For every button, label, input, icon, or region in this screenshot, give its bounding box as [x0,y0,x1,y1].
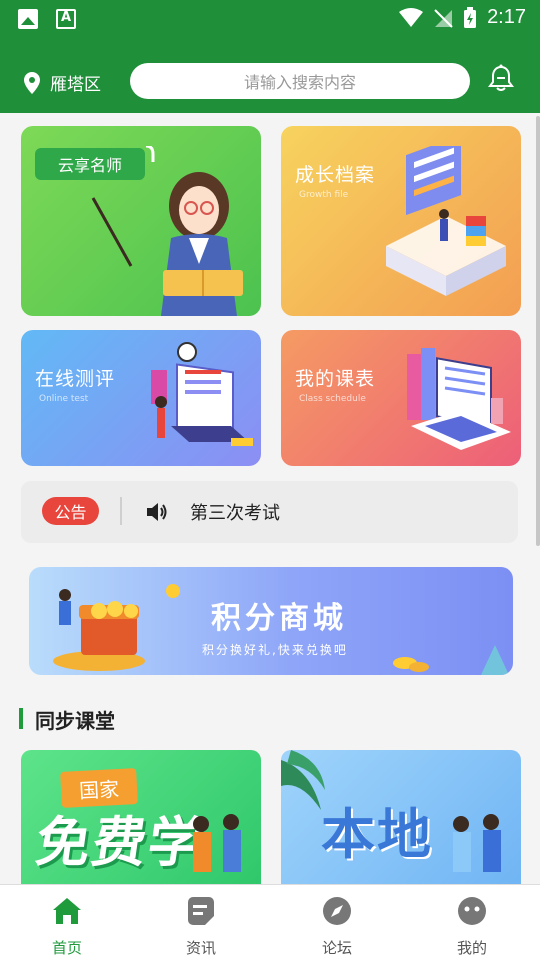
nav-tab-home[interactable]: 首页 [22,895,112,958]
nav-tab-forum[interactable]: 论坛 [292,895,382,958]
app-header: 2:17 雁塔区 请输入搜索内容 [0,0,540,113]
teacher-illustration [91,146,243,316]
treasure-chest-illustration [53,584,180,671]
coins-decoration [393,645,509,675]
battery-icon [464,6,477,28]
card-title: 成长档案 [295,164,376,186]
nav-label: 资讯 [185,939,216,957]
online-test-illustration [151,342,253,446]
card-subtitle: Online test [39,394,89,404]
app-notification-icon [56,9,76,29]
section-accent-bar [19,708,23,729]
students-illustration [453,814,501,872]
location-pin-icon [24,71,40,94]
card-growth-file[interactable]: 成长档案 Growth file [281,126,521,316]
news-icon [188,897,214,925]
nav-tab-news[interactable]: 资讯 [156,895,246,958]
profile-face-icon [458,897,486,925]
notice-text: 第三次考试 [190,503,280,524]
students-illustration [193,814,241,872]
card-online-test[interactable]: 在线测评 Online test [21,330,261,466]
nav-label: 论坛 [321,939,352,957]
course-card-free[interactable]: 国家 免费学 [21,750,261,890]
nav-tab-mine[interactable]: 我的 [427,895,517,958]
status-time: 2:17 [487,6,526,28]
card-subtitle: Growth file [299,190,349,200]
section-title: 同步课堂 [35,709,115,733]
notice-divider [120,497,122,525]
nav-label: 首页 [51,939,82,957]
banner-subtitle: 积分换好礼,快来兑换吧 [202,643,348,657]
status-bar: 2:17 [0,0,540,38]
notice-badge: 公告 [42,497,99,525]
card-famous-teachers[interactable]: 云享名师 [21,126,261,316]
search-placeholder: 请输入搜索内容 [243,73,356,92]
location-selector[interactable]: 雁塔区 [24,70,101,95]
card-class-schedule[interactable]: 我的课表 Class schedule [281,330,521,466]
wifi-icon [399,7,424,27]
palm-leaf-decoration [281,750,325,810]
nav-label: 我的 [456,939,487,957]
notice-bar[interactable]: 公告 第三次考试 [21,481,518,543]
no-signal-icon [434,8,453,28]
card-subtitle: Class schedule [299,394,366,404]
location-label: 雁塔区 [50,75,101,95]
gallery-notification-icon [18,9,38,29]
course-card-local[interactable]: 本地 [281,750,521,890]
compass-icon [323,897,351,925]
notification-bell-icon[interactable] [488,64,514,92]
banner-title: 积分商城 [211,601,347,636]
card-title: 在线测评 [35,368,116,390]
card-title: 我的课表 [295,368,376,390]
search-input[interactable]: 请输入搜索内容 [130,63,470,99]
bottom-navigation: 首页 资讯 论坛 我的 [0,884,540,960]
growth-file-illustration [386,146,506,296]
points-mall-banner[interactable]: 积分商城 积分换好礼,快来兑换吧 [29,567,513,675]
class-schedule-illustration [407,348,511,450]
home-icon [53,898,81,924]
speaker-icon [147,503,167,521]
scrollbar[interactable] [536,116,540,546]
